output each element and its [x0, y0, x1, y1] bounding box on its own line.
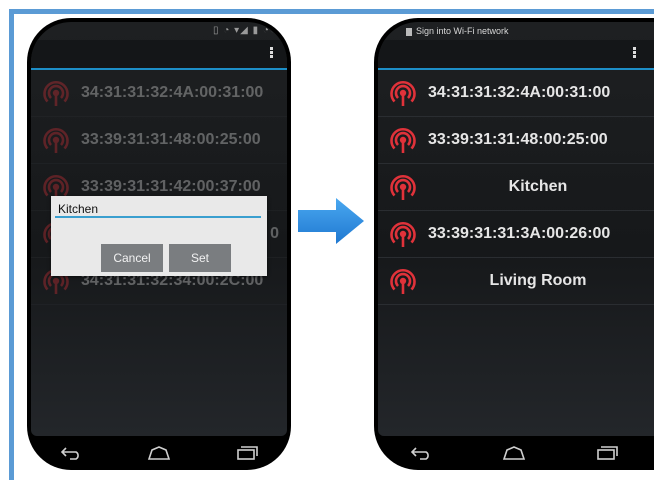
list-item-label: 33:39:31:31:48:00:25:00 [81, 131, 261, 148]
right-phone: Sign into Wi-Fi network 34:31:31:32:4A:0… [374, 18, 654, 470]
set-button[interactable]: Set [169, 244, 231, 272]
cancel-button[interactable]: Cancel [101, 244, 163, 272]
recents-icon[interactable] [592, 443, 622, 463]
right-screen: Sign into Wi-Fi network 34:31:31:32:4A:0… [378, 22, 654, 436]
wifi-signal-icon [43, 128, 69, 153]
list-item-label: 34:31:31:32:4A:00:31:00 [81, 84, 264, 101]
home-icon[interactable] [144, 443, 174, 463]
wifi-signal-icon [390, 222, 416, 247]
back-icon[interactable] [56, 443, 86, 463]
list-item[interactable]: Kitchen [378, 164, 654, 211]
overflow-menu-icon[interactable] [633, 46, 636, 60]
status-bar: ▯ ◔ ▾◢ ▮ ◔◔ [31, 22, 287, 40]
list-item-label: Kitchen [508, 178, 568, 195]
rename-dialog: Cancel Set [51, 196, 267, 276]
wifi-signal-icon [390, 128, 416, 153]
overflow-menu-icon[interactable] [270, 46, 273, 60]
list-item-label: 33:39:31:31:48:00:25:00 [428, 131, 608, 148]
back-icon[interactable] [406, 443, 436, 463]
list-item-label: Living Room [489, 272, 587, 289]
list-item[interactable]: 33:39:31:31:48:00:25:00 [378, 117, 654, 164]
home-icon[interactable] [499, 443, 529, 463]
nav-bar [374, 436, 654, 470]
list-item[interactable]: 34:31:31:32:4A:00:31:00 [31, 70, 287, 117]
list-item[interactable]: Living Room [378, 258, 654, 305]
status-icons: ▯ ◔ ▾◢ ▮ ◔◔ [213, 25, 277, 36]
list-item-label: 33:39:31:31:3A:00:26:00 [428, 225, 611, 242]
action-bar [378, 40, 654, 70]
status-bar: Sign into Wi-Fi network [378, 22, 654, 40]
recents-icon[interactable] [232, 443, 262, 463]
status-text: Sign into Wi-Fi network [416, 26, 509, 36]
wifi-signal-icon [390, 269, 416, 294]
list-item[interactable]: 33:39:31:31:48:00:25:00 [31, 117, 287, 164]
list-item[interactable]: 34:31:31:32:4A:00:31:00 [378, 70, 654, 117]
wifi-signal-icon [390, 81, 416, 106]
name-input[interactable] [55, 202, 261, 218]
wifi-signal-icon [390, 175, 416, 200]
wifi-signal-icon [43, 81, 69, 106]
nav-bar [27, 436, 291, 470]
action-bar [31, 40, 287, 70]
list-item-label: 34:31:31:32:4A:00:31:00 [428, 84, 611, 101]
list-item[interactable]: 33:39:31:31:3A:00:26:00 [378, 211, 654, 258]
arrow-right-icon [298, 198, 364, 244]
notification-icon [406, 27, 412, 36]
